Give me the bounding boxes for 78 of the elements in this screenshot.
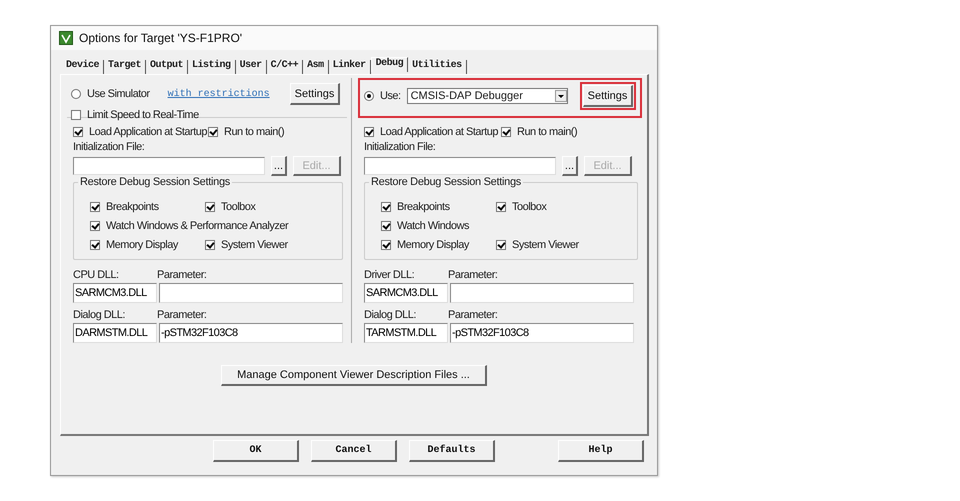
checkbox-label: Load Application at Startup <box>380 126 498 138</box>
checkbox[interactable] <box>208 127 218 137</box>
browse-button[interactable]: ... <box>562 156 578 176</box>
checkbox[interactable] <box>496 202 506 212</box>
debugger-dropdown[interactable]: CMSIS-DAP Debugger <box>406 88 568 104</box>
parameter-label: Parameter: <box>448 309 498 321</box>
dll-label: CPU DLL: <box>73 269 120 281</box>
checkbox[interactable] <box>496 240 506 250</box>
checkbox-label: Run to main() <box>517 126 578 138</box>
checkbox-label: Memory Display <box>397 238 469 250</box>
group-title: Restore Debug Session Settings <box>78 176 232 188</box>
checkbox[interactable] <box>205 202 215 212</box>
checkbox[interactable] <box>381 202 391 212</box>
checkbox-label: Run to main() <box>224 126 284 138</box>
dialog-button[interactable]: Defaults <box>409 440 495 462</box>
restrictions-link[interactable]: with restrictions <box>168 88 270 100</box>
dll-label: Driver DLL: <box>364 269 416 281</box>
tab[interactable]: Device <box>62 60 104 74</box>
dll-field[interactable]: TARMSTM.DLL <box>364 323 448 343</box>
parameter-label: Parameter: <box>157 309 206 321</box>
radio-button[interactable] <box>364 91 374 101</box>
settings-button[interactable]: Settings <box>583 85 633 107</box>
checkbox-label: Toolbox <box>221 200 256 212</box>
checkbox[interactable] <box>73 127 83 137</box>
radio-button[interactable] <box>71 89 81 99</box>
tab[interactable]: Debug <box>370 57 408 72</box>
manage-button[interactable]: Manage Component Viewer Description Files ... <box>221 365 487 386</box>
dll-label: Dialog DLL: <box>364 309 417 321</box>
radio-label: Use: <box>380 90 401 102</box>
checkbox[interactable] <box>501 127 511 137</box>
parameter-field[interactable] <box>159 283 343 303</box>
checkbox-label: System Viewer <box>512 238 579 250</box>
tab[interactable]: Asm <box>303 60 329 74</box>
dll-field[interactable]: SARMCM3.DLL <box>364 283 448 303</box>
radio-label: Use Simulator <box>87 88 150 100</box>
field-label: Initialization File: <box>73 141 146 153</box>
init-file-field[interactable] <box>73 157 265 175</box>
checkbox-label: Watch Windows & Performance Analyzer <box>106 220 288 232</box>
settings-button[interactable]: Settings <box>290 83 340 105</box>
parameter-field[interactable]: -pSTM32F103C8 <box>159 323 343 343</box>
app-icon <box>59 31 73 45</box>
dll-field[interactable]: SARMCM3.DLL <box>73 283 157 303</box>
checkbox[interactable] <box>205 240 215 250</box>
dialog-button[interactable]: OK <box>213 440 299 462</box>
checkbox-label: Toolbox <box>512 200 546 212</box>
checkbox-label: Load Application at Startup <box>89 126 207 138</box>
checkbox[interactable] <box>90 220 100 230</box>
dll-field[interactable]: DARMSTM.DLL <box>73 323 157 343</box>
checkbox[interactable] <box>90 240 100 250</box>
checkbox-label: Memory Display <box>106 238 178 250</box>
checkbox[interactable] <box>90 202 100 212</box>
init-file-field[interactable] <box>364 157 556 175</box>
tab[interactable]: User <box>236 60 267 74</box>
checkbox[interactable] <box>381 220 391 230</box>
checkbox-label: Breakpoints <box>397 200 450 212</box>
parameter-field[interactable]: -pSTM32F103C8 <box>450 323 634 343</box>
checkbox-label: Breakpoints <box>106 200 159 212</box>
dll-label: Dialog DLL: <box>73 309 126 321</box>
checkbox-label: System Viewer <box>221 238 288 250</box>
checkbox[interactable] <box>71 110 81 120</box>
checkbox[interactable] <box>381 240 391 250</box>
parameter-label: Parameter: <box>157 269 206 281</box>
tab[interactable]: Utilities <box>408 60 467 74</box>
group-title: Restore Debug Session Settings <box>369 176 523 188</box>
window-title: Options for Target 'YS-F1PRO' <box>79 31 242 45</box>
dialog-button[interactable]: Cancel <box>311 440 397 462</box>
checkbox-label: Limit Speed to Real-Time <box>87 109 199 121</box>
parameter-label: Parameter: <box>448 269 498 281</box>
checkbox-label: Watch Windows <box>397 220 469 232</box>
field-label: Initialization File: <box>364 141 436 153</box>
dialog-button[interactable]: Help <box>558 440 644 462</box>
parameter-field[interactable] <box>450 283 634 303</box>
tab[interactable]: Listing <box>188 60 236 74</box>
tab[interactable]: Target <box>104 60 146 74</box>
browse-button[interactable]: ... <box>271 156 287 176</box>
tab[interactable]: C/C++ <box>266 60 304 74</box>
tab[interactable]: Output <box>146 60 188 74</box>
checkbox[interactable] <box>364 127 374 137</box>
